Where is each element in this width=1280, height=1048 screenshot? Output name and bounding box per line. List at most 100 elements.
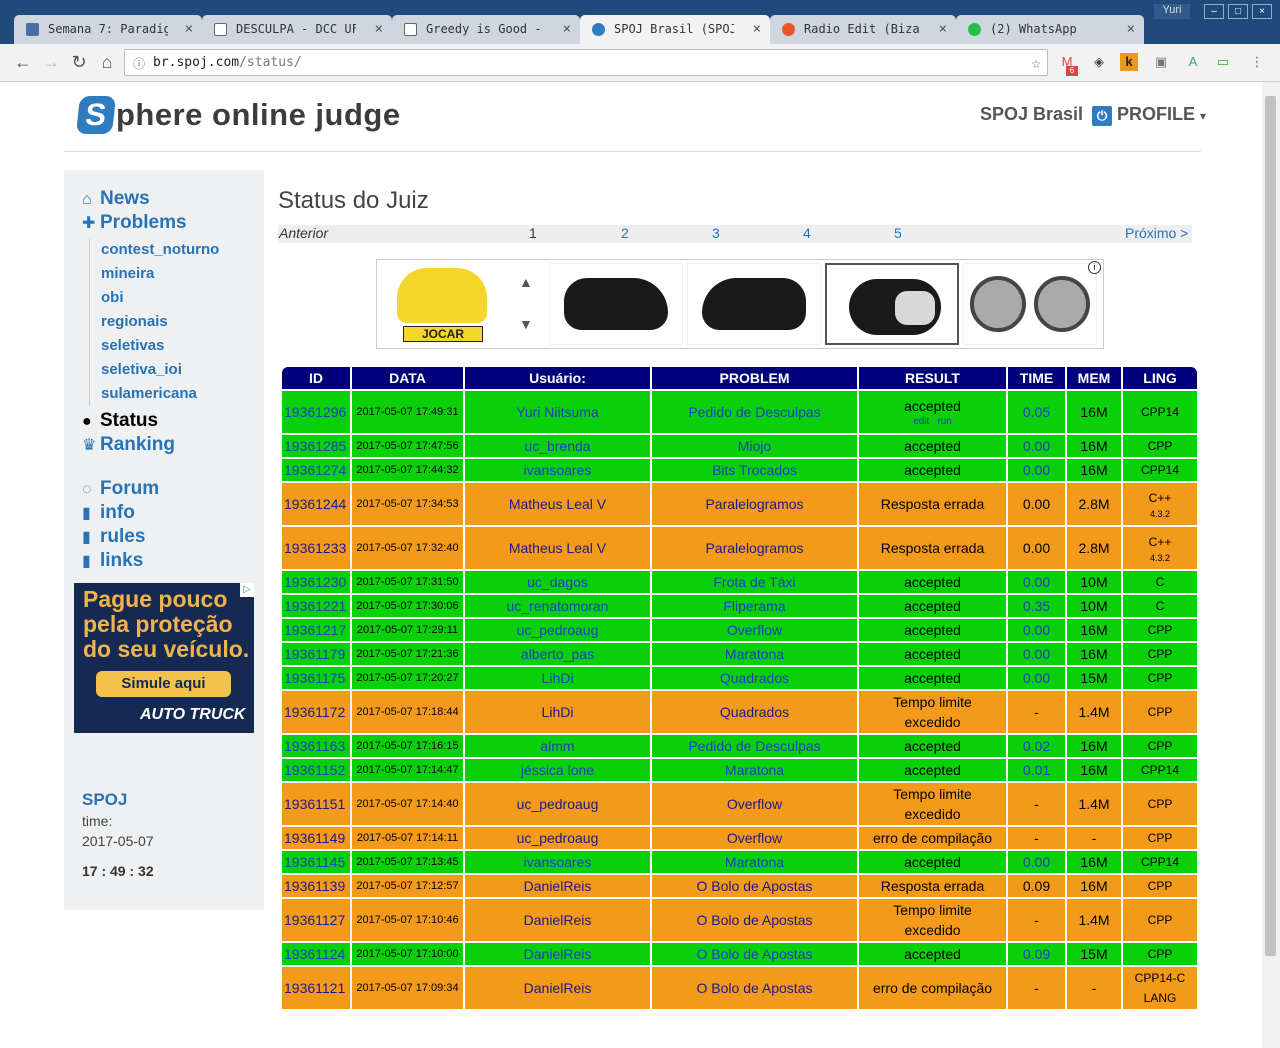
submission-id[interactable]: 19361244 [282, 483, 350, 525]
submission-user-link[interactable]: ivansoares [465, 459, 650, 481]
nav-news[interactable]: ⌂ News [82, 188, 150, 210]
submission-user-link[interactable]: DanielReis [465, 899, 650, 941]
product-image[interactable] [963, 263, 1097, 345]
sidebar-ad[interactable]: Pague pouco pela proteção do seu veículo… [74, 583, 254, 733]
submission-user-link[interactable]: ivansoares [465, 851, 650, 873]
submission-user-link[interactable]: Matheus Leal V [465, 527, 650, 569]
forward-icon[interactable]: → [40, 51, 62, 73]
category-contest-noturno[interactable]: contest_noturno [101, 241, 219, 258]
submission-user-link[interactable]: DanielReis [465, 943, 650, 965]
submission-id[interactable]: 19361217 [282, 619, 350, 641]
submission-problem-link[interactable]: Overflow [652, 827, 857, 849]
submission-id[interactable]: 19361221 [282, 595, 350, 617]
submission-problem-link[interactable]: Maratona [652, 851, 857, 873]
category-regionais[interactable]: regionais [101, 313, 168, 330]
browser-tab[interactable]: (2) WhatsApp × [956, 15, 1144, 44]
submission-id[interactable]: 19361296 [282, 391, 350, 433]
close-icon[interactable]: × [375, 21, 383, 37]
nav-info[interactable]: ▮ info [82, 502, 135, 524]
nav-ranking[interactable]: ♛ Ranking [82, 434, 175, 456]
category-seletivas[interactable]: seletivas [101, 337, 164, 354]
submission-user-link[interactable]: uc_pedroaug [465, 619, 650, 641]
pager-page-4[interactable]: 4 [803, 225, 811, 241]
close-icon[interactable]: × [753, 21, 761, 37]
submission-id[interactable]: 19361172 [282, 691, 350, 733]
category-seletiva-ioi[interactable]: seletiva_ioi [101, 361, 182, 378]
submission-id[interactable]: 19361152 [282, 759, 350, 781]
menu-icon[interactable]: ⋮ [1248, 53, 1266, 71]
profile-menu[interactable]: ⏻ PROFILE ▾ [1092, 104, 1206, 126]
close-icon[interactable]: × [939, 21, 947, 37]
submission-user-link[interactable]: DanielReis [465, 967, 650, 1009]
submission-problem-link[interactable]: Quadrados [652, 691, 857, 733]
submission-problem-link[interactable]: Maratona [652, 759, 857, 781]
submission-user-link[interactable]: alberto_pas [465, 643, 650, 665]
submission-id[interactable]: 19361124 [282, 943, 350, 965]
submission-id[interactable]: 19361285 [282, 435, 350, 457]
submission-user-link[interactable]: jéssica lone [465, 759, 650, 781]
profile-badge[interactable]: Yuri [1154, 4, 1190, 19]
site-logo[interactable]: Sphere online judge [76, 96, 401, 134]
submission-user-link[interactable]: uc_pedroaug [465, 827, 650, 849]
back-icon[interactable]: ← [12, 51, 34, 73]
pager-page-3[interactable]: 3 [712, 225, 720, 241]
submission-id[interactable]: 19361139 [282, 875, 350, 897]
pager-page-5[interactable]: 5 [894, 225, 902, 241]
category-obi[interactable]: obi [101, 289, 124, 306]
submission-problem-link[interactable]: O Bolo de Apostas [652, 943, 857, 965]
submission-user-link[interactable]: Matheus Leal V [465, 483, 650, 525]
product-banner-ad[interactable]: JOCAR ▲ ▼ i [376, 259, 1104, 349]
submission-problem-link[interactable]: O Bolo de Apostas [652, 967, 857, 1009]
browser-tab[interactable]: DESCULPA - DCC UFM × [202, 15, 392, 44]
submission-problem-link[interactable]: Miojo [652, 435, 857, 457]
submission-problem-link[interactable]: Bits Trocados [652, 459, 857, 481]
home-icon[interactable]: ⌂ [96, 51, 118, 73]
submission-problem-link[interactable]: Quadrados [652, 667, 857, 689]
nav-links[interactable]: ▮ links [82, 550, 143, 572]
submission-problem-link[interactable]: Paralelogramos [652, 527, 857, 569]
adchoices-icon[interactable]: ▷ [240, 583, 254, 597]
submission-user-link[interactable]: uc_renatomoran [465, 595, 650, 617]
product-image-selected[interactable] [825, 263, 959, 345]
submission-id[interactable]: 19361230 [282, 571, 350, 593]
submission-id[interactable]: 19361121 [282, 967, 350, 1009]
browser-tab-active[interactable]: SPOJ Brasil (SPOJ) × [580, 15, 770, 44]
product-image[interactable] [549, 263, 683, 345]
tv-icon[interactable]: ▭ [1214, 53, 1232, 71]
site-name-link[interactable]: SPOJ Brasil [980, 104, 1083, 125]
banner-up-arrow[interactable]: ▲ [519, 274, 533, 290]
submission-problem-link[interactable]: O Bolo de Apostas [652, 899, 857, 941]
scrollbar-thumb[interactable] [1265, 96, 1276, 956]
ad-button[interactable]: Simule aqui [96, 671, 231, 697]
submission-id[interactable]: 19361233 [282, 527, 350, 569]
submission-problem-link[interactable]: Overflow [652, 619, 857, 641]
category-sulamericana[interactable]: sulamericana [101, 385, 197, 402]
submission-problem-link[interactable]: Paralelogramos [652, 483, 857, 525]
submission-user-link[interactable]: LihDi [465, 691, 650, 733]
submission-user-link[interactable]: uc_brenda [465, 435, 650, 457]
submission-id[interactable]: 19361175 [282, 667, 350, 689]
close-icon[interactable]: × [185, 21, 193, 37]
submission-user-link[interactable]: DanielReis [465, 875, 650, 897]
submission-id[interactable]: 19361274 [282, 459, 350, 481]
edit-link[interactable]: edit [913, 416, 929, 427]
bookmark-star-icon[interactable]: ☆ [1031, 53, 1041, 72]
pager-prev[interactable]: Anterior [279, 225, 328, 241]
nav-status[interactable]: ● Status [82, 410, 158, 432]
window-close-icon[interactable]: × [1252, 4, 1272, 19]
pager-page-1[interactable]: 1 [529, 225, 537, 241]
spoj-title[interactable]: SPOJ [82, 790, 127, 810]
submission-problem-link[interactable]: Overflow [652, 783, 857, 825]
pager-next[interactable]: Próximo > [1125, 225, 1188, 241]
category-mineira[interactable]: mineira [101, 265, 154, 282]
submission-user-link[interactable]: uc_dagos [465, 571, 650, 593]
submission-id[interactable]: 19361149 [282, 827, 350, 849]
nav-problems[interactable]: ✚ Problems [82, 212, 187, 234]
minimize-icon[interactable]: – [1204, 4, 1224, 19]
submission-problem-link[interactable]: Frota de Táxi [652, 571, 857, 593]
submission-user-link[interactable]: uc_pedroaug [465, 783, 650, 825]
banner-down-arrow[interactable]: ▼ [519, 316, 533, 332]
nav-rules[interactable]: ▮ rules [82, 526, 145, 548]
maximize-icon[interactable]: □ [1228, 4, 1248, 19]
submission-problem-link[interactable]: Pedido de Desculpas [652, 391, 857, 433]
